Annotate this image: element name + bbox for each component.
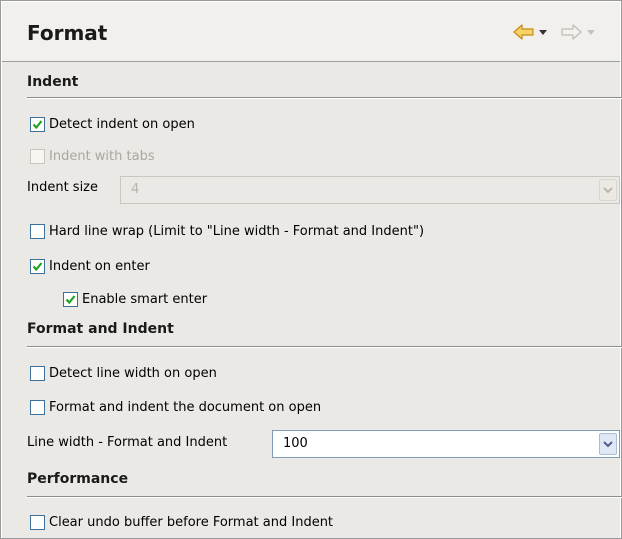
indent-size-label: Indent size (27, 180, 98, 195)
section-title-performance: Performance (27, 471, 129, 487)
section-divider (27, 496, 622, 498)
page-body: Indent Detect indent on open Indent with… (2, 62, 622, 538)
line-width-dropdown-button[interactable] (599, 433, 617, 455)
chevron-down-icon (587, 30, 595, 35)
hard-line-wrap-label: Hard line wrap (Limit to "Line width - F… (49, 223, 425, 239)
format-on-open-checkbox[interactable] (30, 399, 45, 415)
indent-with-tabs-checkbox (30, 148, 45, 164)
indent-size-value: 4 (131, 182, 140, 197)
clear-undo-checkbox[interactable] (30, 514, 45, 530)
option-indent-with-tabs: Indent with tabs (30, 147, 155, 165)
option-detect-indent[interactable]: Detect indent on open (30, 115, 195, 133)
option-detect-line-width[interactable]: Detect line width on open (30, 364, 217, 382)
page-title: Format (27, 21, 108, 45)
section-title-format-and-indent: Format and Indent (27, 321, 174, 337)
indent-on-enter-checkbox[interactable] (30, 258, 45, 274)
indent-size-combo: 4 (120, 176, 620, 204)
option-hard-line-wrap[interactable]: Hard line wrap (Limit to "Line width - F… (30, 222, 424, 240)
option-format-on-open[interactable]: Format and indent the document on open (30, 398, 321, 416)
smart-enter-checkbox[interactable] (63, 291, 78, 307)
detect-indent-label: Detect indent on open (49, 116, 195, 132)
back-history-dropdown[interactable] (539, 30, 547, 36)
checkmark-icon (32, 119, 43, 129)
option-smart-enter[interactable]: Enable smart enter (63, 290, 207, 308)
option-indent-on-enter[interactable]: Indent on enter (30, 257, 150, 275)
chevron-down-icon (603, 186, 613, 193)
line-width-value: 100 (283, 436, 308, 451)
chevron-down-icon (539, 30, 547, 35)
section-divider (27, 97, 622, 99)
detect-line-width-label: Detect line width on open (49, 365, 217, 381)
indent-with-tabs-label: Indent with tabs (49, 148, 155, 164)
indent-on-enter-label: Indent on enter (49, 258, 150, 274)
smart-enter-label: Enable smart enter (82, 291, 208, 307)
detect-line-width-checkbox[interactable] (30, 365, 45, 381)
left-arrow-icon (513, 24, 534, 40)
forward-button[interactable] (560, 24, 582, 40)
indent-size-dropdown-button (599, 179, 617, 201)
format-on-open-label: Format and indent the document on open (49, 399, 322, 415)
preference-page: Format Indent Detect indent on open Inde… (0, 0, 622, 539)
right-arrow-icon (561, 24, 582, 40)
forward-history-dropdown[interactable] (587, 30, 595, 36)
clear-undo-label: Clear undo buffer before Format and Inde… (49, 514, 334, 530)
line-width-label: Line width - Format and Indent (27, 435, 228, 450)
page-header: Format (2, 2, 620, 62)
hard-line-wrap-checkbox[interactable] (30, 223, 45, 239)
chevron-down-icon (603, 440, 613, 447)
section-title-indent: Indent (27, 74, 79, 90)
section-divider (27, 346, 622, 348)
line-width-combo[interactable]: 100 (272, 430, 620, 458)
back-button[interactable] (513, 24, 535, 40)
detect-indent-checkbox[interactable] (30, 116, 45, 132)
option-clear-undo[interactable]: Clear undo buffer before Format and Inde… (30, 513, 333, 531)
checkmark-icon (32, 261, 43, 271)
checkmark-icon (65, 294, 76, 304)
